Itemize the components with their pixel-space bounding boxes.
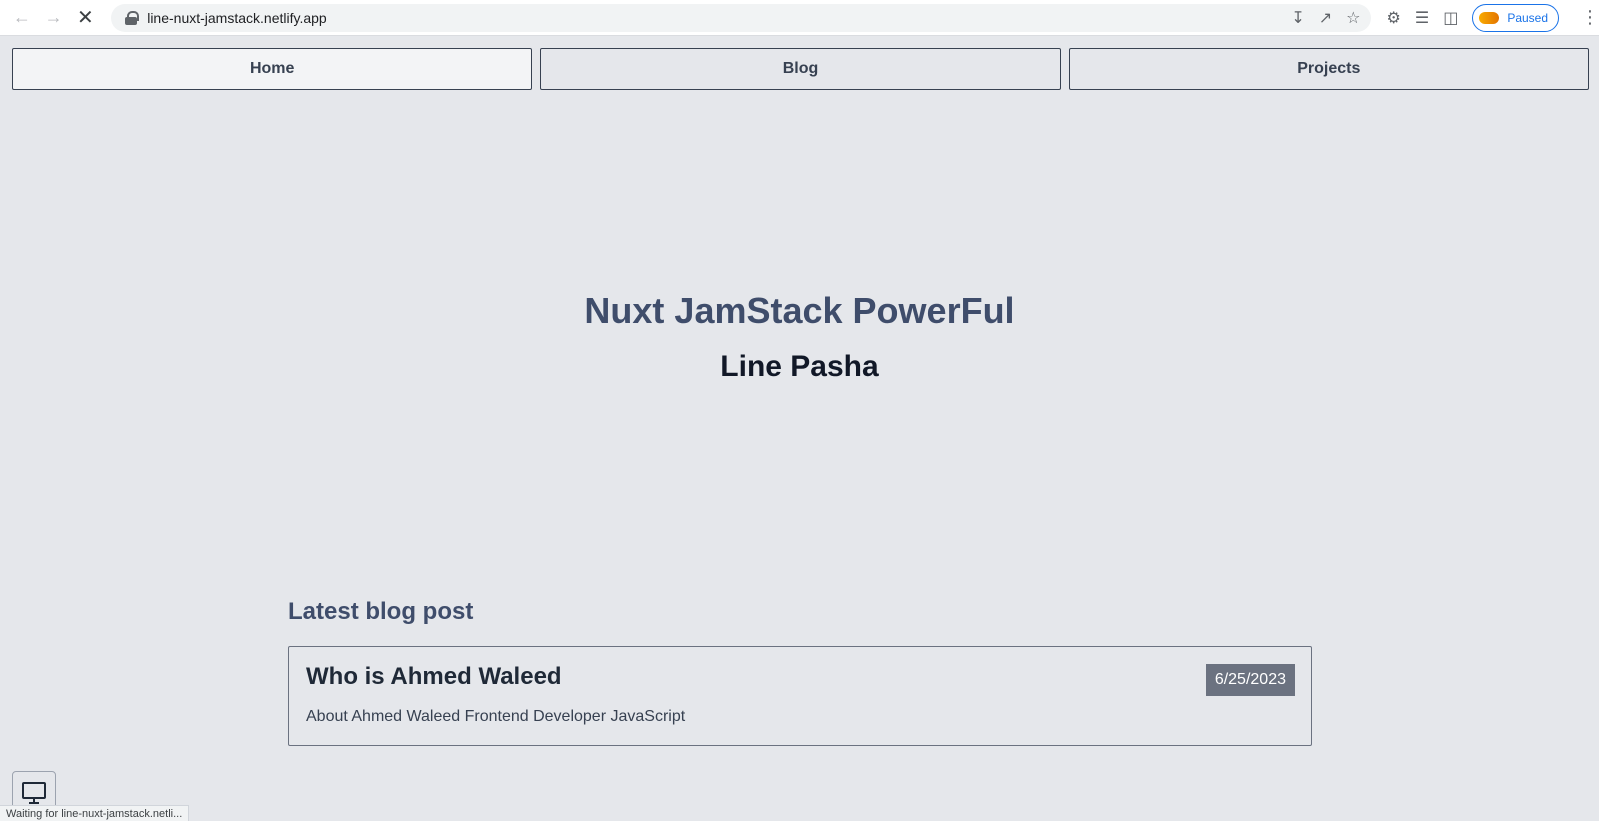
hero-title: Nuxt JamStack PowerFul [584,290,1015,331]
latest-post-heading: Latest blog post [288,598,474,625]
nav-projects-link[interactable]: Projects [1068,48,1589,90]
address-bar[interactable]: line-nuxt-jamstack.netlify.app ↧ ↗ ☆ [111,3,1371,32]
stop-loading-button[interactable]: ✕ [69,2,101,34]
side-panel-icon[interactable]: ◫ [1443,8,1458,28]
browser-toolbar: ← → ✕ line-nuxt-jamstack.netlify.app ↧ ↗… [0,0,1599,36]
install-app-icon[interactable]: ↧ [1291,8,1304,28]
back-button[interactable]: ← [6,2,38,34]
post-date-badge: 6/25/2023 [1205,664,1295,696]
site-navigation: Home Blog Projects [12,48,1589,90]
star-bookmark-icon[interactable]: ☆ [1346,8,1360,28]
browser-status-bar: Waiting for line-nuxt-jamstack.netli... [0,805,190,821]
media-queue-icon[interactable]: ☰ [1415,8,1429,28]
arrow-left-icon: ← [12,7,31,27]
hero-subtitle: Line Pasha [720,350,879,383]
close-icon: ✕ [76,7,94,29]
extensions-puzzle-icon[interactable]: ⚙ [1387,8,1401,28]
post-description: About Ahmed Waleed Frontend Developer Ja… [306,708,686,725]
profile-status-label: Paused [1507,10,1549,25]
profile-avatar [1479,11,1500,24]
share-icon[interactable]: ↗ [1319,8,1332,28]
url-text: line-nuxt-jamstack.netlify.app [147,9,327,26]
blog-post-card[interactable]: Who is Ahmed Waleed 6/25/2023 About Ahme… [288,646,1312,746]
lock-icon [125,10,140,25]
nav-home-link[interactable]: Home [12,48,533,90]
post-title: Who is Ahmed Waleed [306,663,562,690]
browser-menu-icon[interactable]: ⋮ [1581,7,1599,28]
profile-paused-button[interactable]: Paused [1472,3,1560,32]
monitor-icon [22,782,46,804]
nav-blog-link[interactable]: Blog [540,48,1061,90]
arrow-right-icon: → [44,7,63,27]
forward-button[interactable]: → [38,2,70,34]
